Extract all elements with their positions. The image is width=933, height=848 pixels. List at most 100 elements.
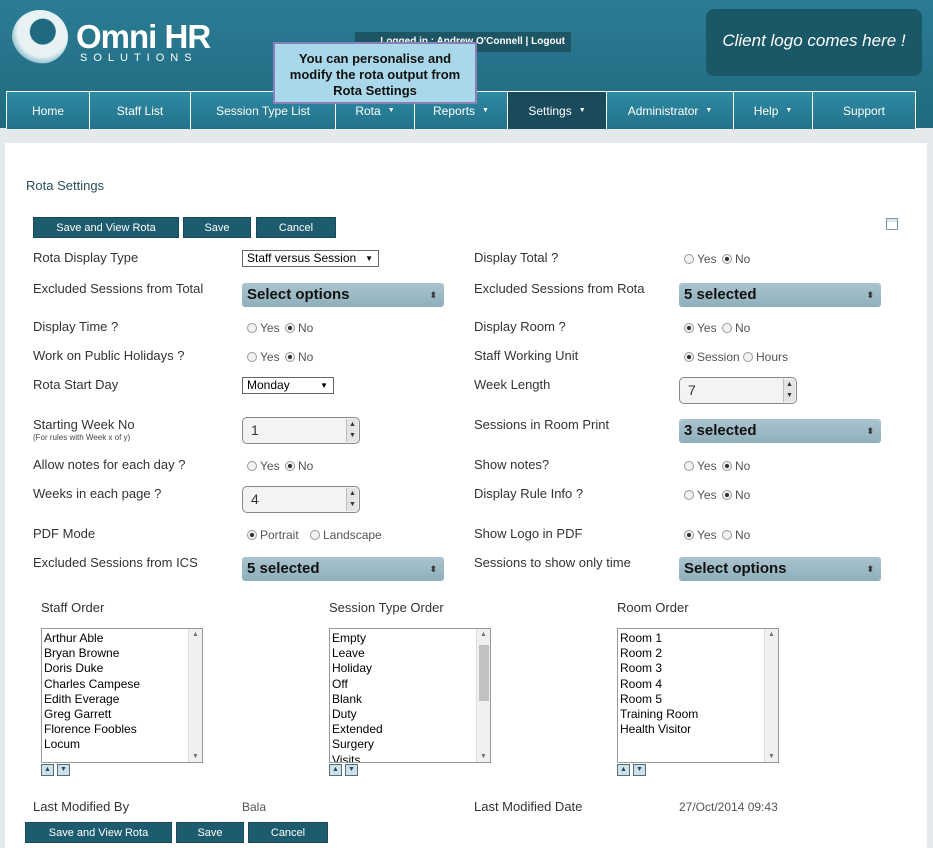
scroll-up-icon[interactable]: ▲ xyxy=(192,631,199,638)
move-down-icon[interactable]: ▼ xyxy=(633,764,646,776)
session-type-order-list[interactable]: Empty Leave Holiday Off Blank Duty Exten… xyxy=(329,628,491,763)
show-notes-no[interactable]: No xyxy=(722,459,750,473)
sessions-only-time-multiselect[interactable]: Select options ⬍ xyxy=(679,557,881,581)
show-logo-pdf-no[interactable]: No xyxy=(722,528,750,542)
save-button[interactable]: Save xyxy=(183,217,251,238)
rota-start-day-select[interactable]: Monday ▼ xyxy=(242,377,334,394)
nav-settings[interactable]: Settings ▼ xyxy=(508,92,607,129)
list-item[interactable]: Bryan Browne xyxy=(44,646,202,661)
weeks-per-page-spinner[interactable]: 4 ▲ ▼ xyxy=(242,486,360,513)
pdf-mode-portrait[interactable]: Portrait xyxy=(247,528,299,542)
spinner-arrows-icon[interactable]: ▲ ▼ xyxy=(346,488,358,511)
list-item[interactable]: Leave xyxy=(332,646,490,661)
list-item[interactable]: Edith Everage xyxy=(44,692,202,707)
week-length-spinner[interactable]: 7 ▲ ▼ xyxy=(679,377,797,404)
display-total-no[interactable]: No xyxy=(722,252,750,266)
staff-order-list[interactable]: Arthur Able Bryan Browne Doris Duke Char… xyxy=(41,628,203,763)
nav-help[interactable]: Help ▼ xyxy=(734,92,813,129)
multiselect-value: Select options xyxy=(684,560,787,577)
scrollbar-thumb[interactable] xyxy=(479,645,489,701)
excluded-total-label: Excluded Sessions from Total xyxy=(33,281,204,296)
cancel-button-bottom[interactable]: Cancel xyxy=(248,822,328,843)
display-rule-info-no[interactable]: No xyxy=(722,488,750,502)
scrollbar[interactable]: ▲ ▼ xyxy=(476,629,490,762)
room-order-list[interactable]: Room 1 Room 2 Room 3 Room 4 Room 5 Train… xyxy=(617,628,779,763)
move-up-icon[interactable]: ▲ xyxy=(41,764,54,776)
allow-notes-yes[interactable]: Yes xyxy=(247,459,280,473)
nav-administrator[interactable]: Administrator ▼ xyxy=(607,92,734,129)
nav-home[interactable]: Home xyxy=(7,92,90,129)
list-item[interactable]: Surgery xyxy=(332,737,490,752)
radio-button-on-icon xyxy=(285,352,295,362)
spinner-arrows-icon[interactable]: ▲ ▼ xyxy=(783,379,795,402)
list-item[interactable]: Visits xyxy=(332,753,490,762)
scroll-down-icon[interactable]: ▼ xyxy=(480,753,487,760)
nav-support[interactable]: Support xyxy=(813,92,915,129)
move-up-icon[interactable]: ▲ xyxy=(329,764,342,776)
display-room-yes[interactable]: Yes xyxy=(684,321,717,335)
public-holidays-yes[interactable]: Yes xyxy=(247,350,280,364)
list-item[interactable]: Room 1 xyxy=(620,631,778,646)
allow-notes-no[interactable]: No xyxy=(285,459,313,473)
radio-label: No xyxy=(298,459,314,473)
excluded-ics-multiselect[interactable]: 5 selected ⬍ xyxy=(242,557,444,581)
display-total-yes[interactable]: Yes xyxy=(684,252,717,266)
list-item[interactable]: Charles Campese xyxy=(44,677,202,692)
session-type-order-label: Session Type Order xyxy=(329,600,444,615)
list-item[interactable]: Duty xyxy=(332,707,490,722)
nav-label: Staff List xyxy=(116,103,164,118)
sessions-room-print-multiselect[interactable]: 3 selected ⬍ xyxy=(679,419,881,443)
rota-display-type-label: Rota Display Type xyxy=(33,250,139,265)
list-item[interactable]: Locum xyxy=(44,737,202,752)
scroll-up-icon[interactable]: ▲ xyxy=(480,631,487,638)
save-and-view-rota-button[interactable]: Save and View Rota xyxy=(33,217,179,238)
list-item[interactable]: Empty xyxy=(332,631,490,646)
list-item[interactable]: Extended xyxy=(332,722,490,737)
spinner-arrows-icon[interactable]: ▲ ▼ xyxy=(346,419,358,442)
move-down-icon[interactable]: ▼ xyxy=(345,764,358,776)
pdf-mode-landscape[interactable]: Landscape xyxy=(310,528,382,542)
radio-label: Session xyxy=(697,350,740,364)
list-item[interactable]: Doris Duke xyxy=(44,661,202,676)
starting-week-spinner[interactable]: 1 ▲ ▼ xyxy=(242,417,360,444)
nav-staff-list[interactable]: Staff List xyxy=(90,92,191,129)
display-rule-info-yes[interactable]: Yes xyxy=(684,488,717,502)
save-and-view-rota-button-bottom[interactable]: Save and View Rota xyxy=(25,822,172,843)
list-item[interactable]: Training Room xyxy=(620,707,778,722)
display-time-yes[interactable]: Yes xyxy=(247,321,280,335)
move-down-icon[interactable]: ▼ xyxy=(57,764,70,776)
scroll-down-icon[interactable]: ▼ xyxy=(768,753,775,760)
working-unit-session[interactable]: Session xyxy=(684,350,740,364)
list-item[interactable]: Room 3 xyxy=(620,661,778,676)
show-notes-yes[interactable]: Yes xyxy=(684,459,717,473)
list-item[interactable]: Arthur Able xyxy=(44,631,202,646)
list-item[interactable]: Holiday xyxy=(332,661,490,676)
list-item[interactable]: Room 4 xyxy=(620,677,778,692)
brand-name: Omni HR xyxy=(76,18,211,55)
display-time-no[interactable]: No xyxy=(285,321,313,335)
list-item[interactable]: Room 2 xyxy=(620,646,778,661)
excluded-total-multiselect[interactable]: Select options ⬍ xyxy=(242,283,444,307)
list-item[interactable]: Room 5 xyxy=(620,692,778,707)
list-item[interactable]: Florence Foobles xyxy=(44,722,202,737)
move-up-icon[interactable]: ▲ xyxy=(617,764,630,776)
list-item[interactable]: Greg Garrett xyxy=(44,707,202,722)
show-logo-pdf-yes[interactable]: Yes xyxy=(684,528,717,542)
display-room-no[interactable]: No xyxy=(722,321,750,335)
public-holidays-no[interactable]: No xyxy=(285,350,313,364)
rota-display-type-select[interactable]: Staff versus Session ▼ xyxy=(242,250,379,267)
save-button-bottom[interactable]: Save xyxy=(176,822,244,843)
excluded-rota-multiselect[interactable]: 5 selected ⬍ xyxy=(679,283,881,307)
working-unit-label: Staff Working Unit xyxy=(474,348,579,363)
scroll-up-icon[interactable]: ▲ xyxy=(768,631,775,638)
scrollbar[interactable]: ▲ ▼ xyxy=(188,629,202,762)
list-item[interactable]: Health Visitor xyxy=(620,722,778,737)
working-unit-hours[interactable]: Hours xyxy=(743,350,788,364)
export-excel-icon[interactable] xyxy=(886,218,898,230)
list-item[interactable]: Blank xyxy=(332,692,490,707)
list-item[interactable]: Off xyxy=(332,677,490,692)
cancel-button[interactable]: Cancel xyxy=(256,217,336,238)
scrollbar[interactable]: ▲ ▼ xyxy=(764,629,778,762)
updown-arrows-icon: ⬍ xyxy=(866,290,874,300)
scroll-down-icon[interactable]: ▼ xyxy=(192,753,199,760)
